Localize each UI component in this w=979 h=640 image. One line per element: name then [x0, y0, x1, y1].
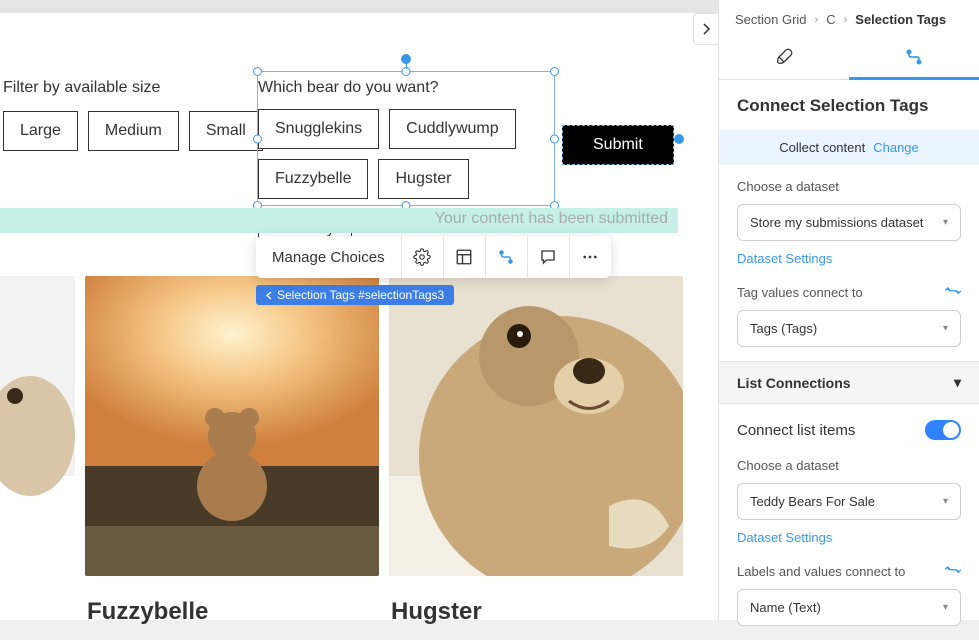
collect-content-label: Collect content	[779, 140, 865, 155]
filter-option-small[interactable]: Small	[189, 111, 263, 151]
teddy-image-placeholder	[0, 276, 75, 576]
breadcrumb-current: Selection Tags	[855, 12, 946, 27]
gallery-image	[389, 276, 683, 576]
chevron-right-icon	[701, 23, 711, 35]
binding-icon[interactable]	[945, 563, 961, 579]
filter-size-label: Filter by available size	[3, 79, 263, 97]
gallery-image	[0, 276, 75, 576]
submit-button[interactable]: Submit	[562, 125, 674, 165]
gallery-image	[85, 276, 379, 576]
settings-icon	[413, 248, 431, 266]
element-toolbar: Manage Choices	[256, 236, 611, 278]
chevron-right-icon: ›	[844, 14, 848, 26]
comment-icon	[539, 248, 557, 266]
list-dataset-section: Choose a dataset Teddy Bears For Sale ▾ …	[719, 456, 979, 559]
panel-heading: Connect Selection Tags	[719, 80, 979, 130]
filter-option-large[interactable]: Large	[3, 111, 78, 151]
element-selection-outline	[257, 71, 555, 206]
list-dataset-value: Teddy Bears For Sale	[750, 494, 875, 509]
chevron-down-icon: ▾	[943, 217, 948, 228]
tag-values-label-text: Tag values connect to	[737, 285, 863, 300]
connect-data-icon	[497, 248, 515, 266]
resize-handle[interactable]	[253, 134, 262, 143]
dataset-settings-link[interactable]: Dataset Settings	[737, 530, 832, 545]
collapse-panel-button[interactable]	[693, 13, 718, 45]
caret-down-icon: ▾	[954, 374, 961, 391]
editor-canvas[interactable]: Filter by available size Large Medium Sm…	[0, 13, 718, 620]
toolbar-comment-button[interactable]	[527, 236, 569, 278]
manage-choices-button[interactable]: Manage Choices	[256, 237, 401, 278]
tag-values-section: Tag values connect to Tags (Tags) ▾	[719, 280, 979, 361]
resize-handle[interactable]	[253, 67, 262, 76]
change-link[interactable]: Change	[873, 140, 919, 155]
toolbar-layout-button[interactable]	[443, 236, 485, 278]
collect-content-row: Collect content Change	[719, 130, 979, 165]
list-connections-label: List Connections	[737, 375, 851, 391]
connect-list-items-row: Connect list items	[719, 404, 979, 456]
connect-list-items-toggle[interactable]	[925, 420, 961, 440]
rotate-handle[interactable]	[401, 54, 411, 64]
submit-success-message: Your content has been submitted	[0, 210, 678, 228]
more-icon	[581, 248, 599, 266]
gallery-item-title: Fuzzybelle	[85, 598, 379, 626]
labels-values-label: Labels and values connect to	[737, 563, 961, 579]
drag-marker[interactable]	[674, 134, 684, 144]
dataset-select-value: Store my submissions dataset	[750, 215, 923, 230]
resize-handle[interactable]	[550, 134, 559, 143]
tag-values-select[interactable]: Tags (Tags) ▾	[737, 310, 961, 347]
connect-list-items-label: Connect list items	[737, 422, 855, 439]
labels-values-select-value: Name (Text)	[750, 600, 821, 615]
choose-dataset-label: Choose a dataset	[737, 458, 961, 473]
product-gallery: Fuzzybelle Hugster	[0, 276, 683, 626]
chevron-down-icon: ▾	[943, 323, 948, 334]
dataset-settings-link[interactable]: Dataset Settings	[737, 251, 832, 266]
toggle-knob	[943, 422, 959, 438]
element-id-chip[interactable]: Selection Tags #selectionTags3	[256, 285, 454, 305]
tag-values-select-value: Tags (Tags)	[750, 321, 817, 336]
tag-values-label: Tag values connect to	[737, 284, 961, 300]
dataset-select[interactable]: Store my submissions dataset ▾	[737, 204, 961, 241]
toolbar-more-button[interactable]	[569, 236, 611, 278]
breadcrumb: Section Grid › C › Selection Tags	[719, 0, 979, 35]
tab-design[interactable]	[719, 35, 849, 79]
labels-values-select[interactable]: Name (Text) ▾	[737, 589, 961, 626]
labels-values-section: Labels and values connect to Name (Text)…	[719, 559, 979, 640]
breadcrumb-item[interactable]: C	[826, 12, 835, 27]
filter-option-medium[interactable]: Medium	[88, 111, 179, 151]
panel-tabs	[719, 35, 979, 80]
tab-connect-data[interactable]	[849, 35, 979, 79]
teddy-image-placeholder	[389, 276, 683, 576]
binding-icon[interactable]	[945, 284, 961, 300]
gallery-item[interactable]: Fuzzybelle	[85, 276, 379, 626]
layout-icon	[455, 248, 473, 266]
breadcrumb-item[interactable]: Section Grid	[735, 12, 807, 27]
gallery-item[interactable]	[0, 276, 75, 626]
chevron-down-icon: ▾	[943, 496, 948, 507]
chevron-down-icon: ▾	[943, 602, 948, 613]
connect-data-icon	[904, 47, 924, 67]
gallery-item-title: Hugster	[389, 598, 683, 626]
toolbar-settings-button[interactable]	[401, 236, 443, 278]
chip-label: Selection Tags #selectionTags3	[277, 288, 444, 302]
dataset-section: Choose a dataset Store my submissions da…	[719, 165, 979, 280]
chevron-right-icon: ›	[815, 14, 819, 26]
toolbar-connect-button[interactable]	[485, 236, 527, 278]
labels-values-label-text: Labels and values connect to	[737, 564, 905, 579]
resize-handle[interactable]	[550, 67, 559, 76]
teddy-image-placeholder	[85, 276, 379, 576]
chevron-left-icon	[266, 291, 273, 300]
list-connections-header[interactable]: List Connections ▾	[719, 361, 979, 404]
inspector-panel: Section Grid › C › Selection Tags Connec…	[718, 0, 979, 620]
choose-dataset-label: Choose a dataset	[737, 179, 961, 194]
gallery-item[interactable]: Hugster	[389, 276, 683, 626]
paintbrush-icon	[774, 47, 794, 67]
list-dataset-select[interactable]: Teddy Bears For Sale ▾	[737, 483, 961, 520]
